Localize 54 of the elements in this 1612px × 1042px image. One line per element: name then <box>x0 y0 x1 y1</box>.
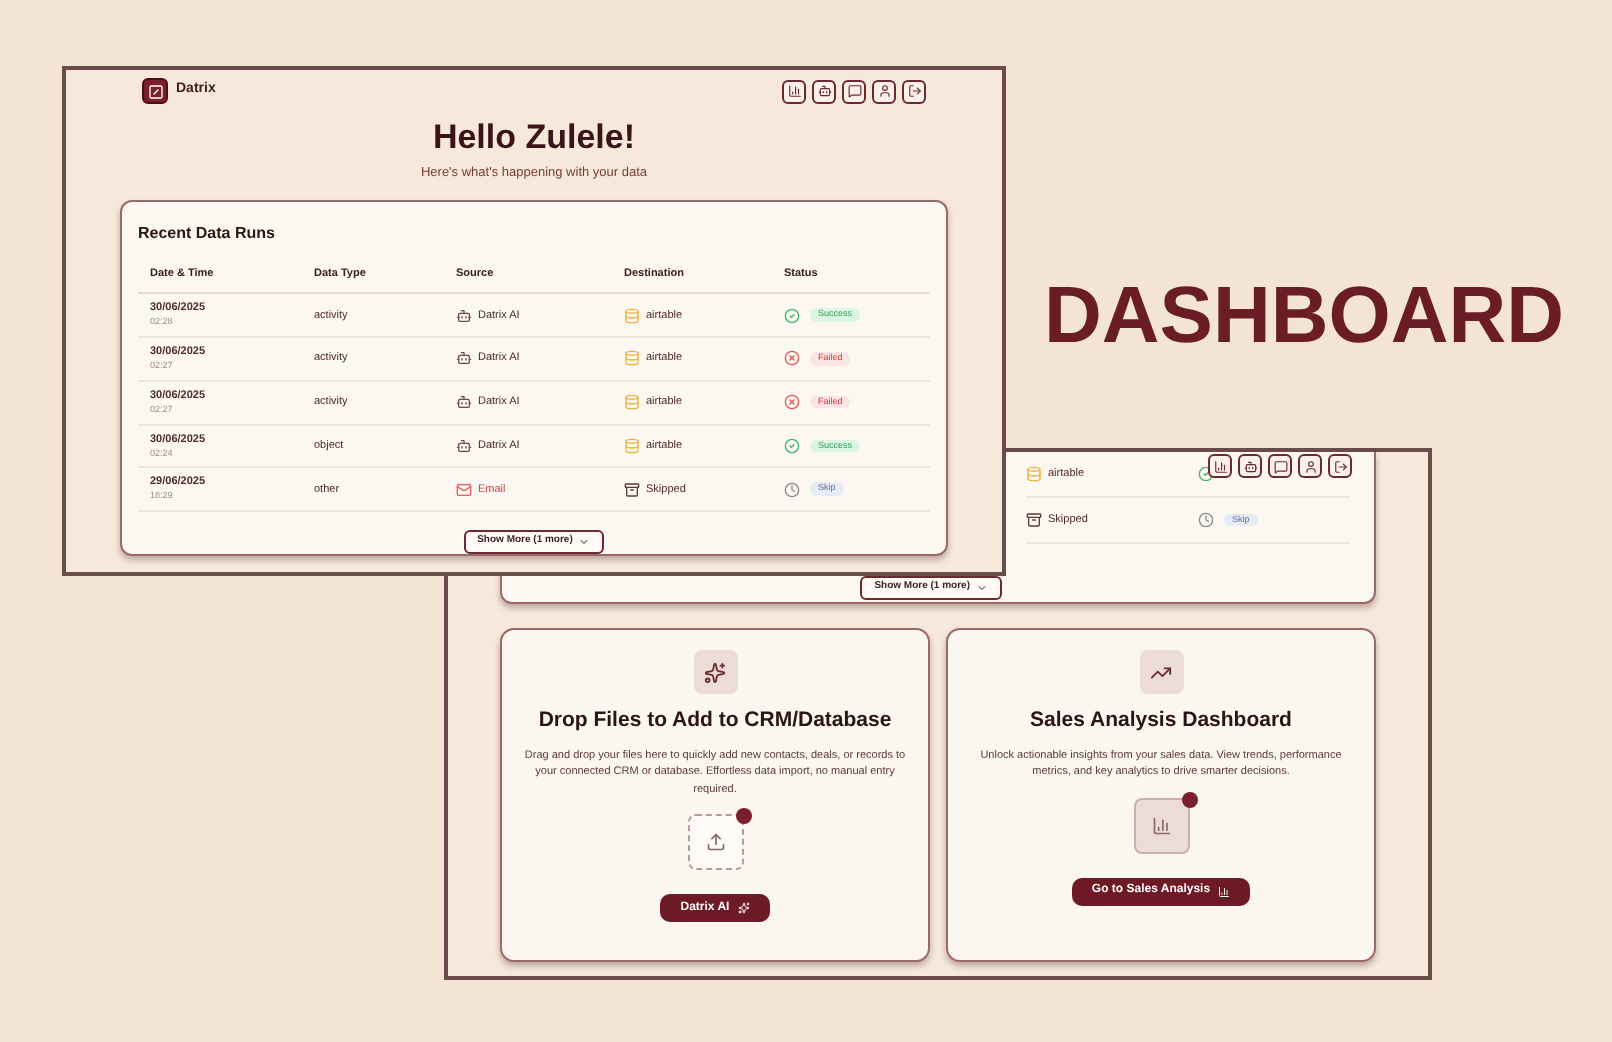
x-circle-icon <box>784 350 800 367</box>
bar-chart-icon <box>1213 459 1227 473</box>
clock-icon <box>1198 512 1214 528</box>
chevron-down-icon <box>976 582 988 594</box>
upload-icon <box>705 832 725 853</box>
bar-chart-icon <box>1151 815 1171 836</box>
logout-icon <box>907 84 921 98</box>
trend-up-icon <box>1139 650 1183 694</box>
sparkles-icon <box>693 650 737 694</box>
database-icon <box>624 437 640 454</box>
x-circle-icon <box>784 394 800 411</box>
user-icon <box>877 84 891 98</box>
message-button[interactable] <box>842 79 866 103</box>
robot-icon <box>456 437 472 454</box>
database-icon <box>1026 466 1042 482</box>
page-headline: DASHBOARD <box>1044 276 1564 356</box>
clock-icon <box>784 481 800 498</box>
robot-icon <box>817 84 831 98</box>
bar-chart-icon <box>787 84 801 98</box>
database-icon <box>624 350 640 367</box>
card-title: Sales Analysis Dashboard <box>1030 706 1292 736</box>
database-icon <box>624 307 640 324</box>
robot-icon <box>456 394 472 411</box>
check-circle-icon <box>784 437 800 454</box>
bar-chart-button[interactable] <box>1208 454 1232 478</box>
robot-icon <box>1243 459 1257 473</box>
archive-icon <box>1026 512 1042 528</box>
logout-button[interactable] <box>1328 454 1352 478</box>
user-icon <box>1303 459 1317 473</box>
upload-drop-zone[interactable] <box>687 814 743 871</box>
archive-icon <box>624 481 640 498</box>
user-button[interactable] <box>872 79 896 103</box>
database-icon <box>624 394 640 411</box>
bar-chart-button[interactable] <box>782 79 806 103</box>
robot-icon <box>456 307 472 324</box>
card-title: Recent Data Runs <box>138 222 277 246</box>
mail-icon <box>456 481 472 498</box>
user-button[interactable] <box>1298 454 1322 478</box>
check-circle-icon <box>1198 466 1214 482</box>
robot-button[interactable] <box>1238 454 1262 478</box>
bar-chart-icon <box>1218 885 1231 898</box>
sparkles-icon <box>737 902 750 915</box>
robot-button[interactable] <box>812 79 836 103</box>
chevron-down-icon <box>578 536 591 548</box>
check-circle-icon <box>784 307 800 324</box>
robot-icon <box>456 350 472 367</box>
card-title: Drop Files to Add to CRM/Database <box>538 706 892 736</box>
message-icon <box>847 84 861 98</box>
logo-icon <box>142 78 168 104</box>
message-button[interactable] <box>1268 454 1292 478</box>
logout-button[interactable] <box>902 79 926 103</box>
logout-icon <box>1333 459 1347 473</box>
message-icon <box>1273 459 1287 473</box>
greeting-heading: Hello Zulele! <box>432 116 636 159</box>
